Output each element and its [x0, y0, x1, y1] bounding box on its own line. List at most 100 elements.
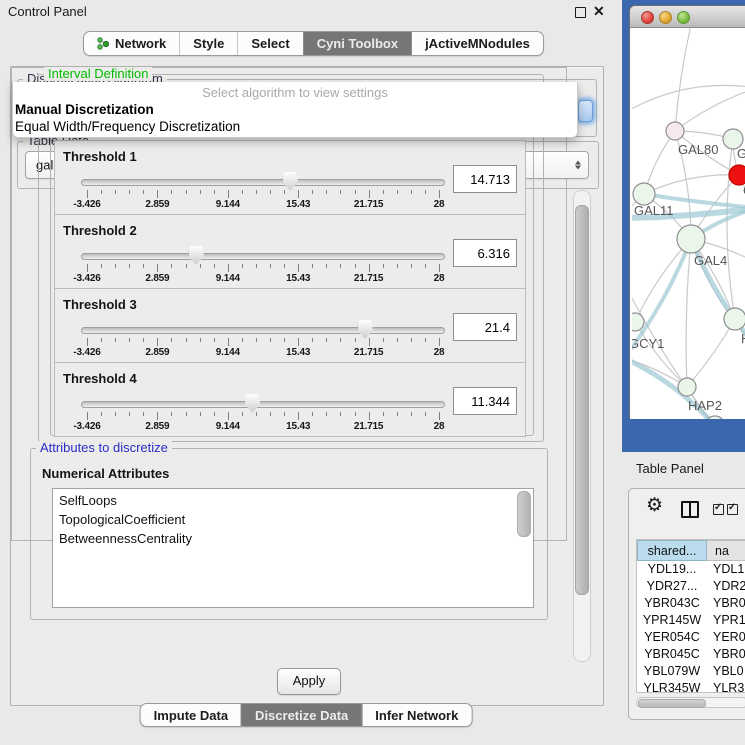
slider-tick: [101, 264, 102, 268]
spinner-arrows-icon[interactable]: [574, 158, 583, 173]
slider-tick: [397, 190, 398, 194]
attribute-item[interactable]: SelfLoops: [53, 491, 533, 510]
cell[interactable]: YPR1: [707, 612, 745, 629]
slider-handle-icon[interactable]: [245, 394, 260, 413]
cell[interactable]: YDL1: [707, 561, 745, 578]
cell[interactable]: YPR145W: [637, 612, 707, 629]
cell[interactable]: YBR045C: [637, 646, 707, 663]
slider-tick: [298, 338, 299, 346]
slider-tick: [298, 190, 299, 198]
close-icon[interactable]: ✕: [593, 3, 605, 20]
cell[interactable]: YBR0: [707, 595, 745, 612]
attribute-item[interactable]: BetweennessCentrality: [53, 529, 533, 541]
slider-handle-icon[interactable]: [283, 172, 298, 191]
threshold-slider[interactable]: -3.4262.8599.14415.4321.71528: [81, 243, 445, 285]
network-edge[interactable]: [686, 239, 691, 387]
column-header[interactable]: shared...: [637, 540, 707, 561]
cell[interactable]: YLR3: [707, 680, 745, 693]
tab-label: Impute Data: [154, 708, 228, 723]
numerical-attributes-list[interactable]: SelfLoopsTopologicalCoefficientBetweenne…: [52, 488, 534, 541]
table-body: YDL19...YDL1YDR27...YDR2YBR043CYBR0YPR14…: [637, 561, 745, 693]
tab-select[interactable]: Select: [237, 32, 302, 55]
traffic-light-close-icon[interactable]: [641, 11, 654, 24]
node-label: GAL80: [678, 142, 718, 157]
attribute-item[interactable]: TopologicalCoefficient: [53, 510, 533, 529]
network-node[interactable]: [678, 378, 696, 396]
tab-jactivemnodules[interactable]: jActiveMNodules: [411, 32, 543, 55]
dropdown-option[interactable]: Manual Discretization: [13, 101, 577, 118]
slider-tick: [129, 190, 130, 194]
network-node[interactable]: [677, 225, 705, 253]
tab-discretize-data[interactable]: Discretize Data: [241, 704, 361, 726]
threshold-value-field[interactable]: [453, 313, 517, 341]
list-scrollbar-thumb[interactable]: [517, 491, 531, 537]
network-edge[interactable]: [687, 319, 735, 387]
network-node[interactable]: [724, 308, 745, 330]
threshold-value-field[interactable]: [453, 387, 517, 415]
slider-tick: [355, 338, 356, 342]
node-label: G: [737, 146, 745, 161]
table-row[interactable]: YPR145WYPR1: [637, 612, 745, 629]
table-row[interactable]: YBR045CYBR0: [637, 646, 745, 663]
dropdown-option[interactable]: Equal Width/Frequency Discretization: [13, 118, 577, 135]
network-node[interactable]: [666, 122, 684, 140]
table-row[interactable]: YER054CYER0: [637, 629, 745, 646]
tick-label: -3.426: [73, 199, 100, 210]
threshold-slider[interactable]: -3.4262.8599.14415.4321.71528: [81, 317, 445, 359]
network-edge[interactable]: [635, 239, 691, 322]
algorithm-combobox-button[interactable]: [578, 100, 593, 122]
slider-tick: [383, 338, 384, 342]
traffic-light-minimize-icon[interactable]: [659, 11, 672, 24]
cell[interactable]: YBL0: [707, 663, 745, 680]
network-edge[interactable]: [675, 88, 745, 131]
network-edge[interactable]: [675, 28, 692, 131]
table-hscrollbar-thumb[interactable]: [638, 699, 706, 708]
cell[interactable]: YLR345W: [637, 680, 707, 693]
network-node[interactable]: [632, 313, 644, 331]
scrollbar-thumb[interactable]: [575, 205, 589, 595]
network-icon: [97, 37, 109, 50]
network-canvas[interactable]: GAL80GCGAL11GAL4GCY1HHAP2: [632, 28, 745, 419]
tab-infer-network[interactable]: Infer Network: [361, 704, 471, 726]
network-node[interactable]: [633, 183, 655, 205]
cell[interactable]: YBR0: [707, 646, 745, 663]
float-window-icon[interactable]: [575, 7, 586, 18]
gear-icon[interactable]: ⚙: [646, 495, 663, 517]
cell[interactable]: YDL19...: [637, 561, 707, 578]
slider-tick: [171, 412, 172, 416]
checkbox-icon[interactable]: [727, 504, 738, 515]
apply-button[interactable]: Apply: [277, 668, 341, 695]
cell[interactable]: YDR27...: [637, 578, 707, 595]
checkbox-icon[interactable]: [713, 504, 724, 515]
slider-handle-icon[interactable]: [358, 320, 373, 339]
traffic-light-zoom-icon[interactable]: [677, 11, 690, 24]
tab-impute-data[interactable]: Impute Data: [141, 704, 241, 726]
slider-tick: [200, 338, 201, 342]
cell[interactable]: YER0: [707, 629, 745, 646]
table-row[interactable]: YBL079WYBL0: [637, 663, 745, 680]
settings-scrollbar[interactable]: [573, 190, 591, 662]
column-header[interactable]: na: [707, 540, 745, 561]
cell[interactable]: YBR043C: [637, 595, 707, 612]
split-view-icon[interactable]: [681, 501, 699, 518]
threshold-slider[interactable]: -3.4262.8599.14415.4321.71528: [81, 169, 445, 211]
threshold-value-field[interactable]: [453, 165, 517, 193]
slider-tick: [326, 412, 327, 416]
cell[interactable]: YBL079W: [637, 663, 707, 680]
table-hscrollbar[interactable]: [636, 697, 745, 708]
cell[interactable]: YER054C: [637, 629, 707, 646]
slider-tick: [143, 190, 144, 194]
table-row[interactable]: YDR27...YDR2: [637, 578, 745, 595]
tab-cyni-toolbox[interactable]: Cyni Toolbox: [303, 32, 411, 55]
tab-network[interactable]: Network: [84, 32, 179, 55]
table-row[interactable]: YLR345WYLR3: [637, 680, 745, 693]
table-row[interactable]: YDL19...YDL1: [637, 561, 745, 578]
threshold-slider[interactable]: -3.4262.8599.14415.4321.71528: [81, 391, 445, 433]
network-window-titlebar[interactable]: [630, 6, 745, 28]
tab-style[interactable]: Style: [179, 32, 237, 55]
threshold-value-field[interactable]: [453, 239, 517, 267]
cell[interactable]: YDR2: [707, 578, 745, 595]
slider-handle-icon[interactable]: [189, 246, 204, 265]
network-node[interactable]: [729, 165, 745, 185]
table-row[interactable]: YBR043CYBR0: [637, 595, 745, 612]
